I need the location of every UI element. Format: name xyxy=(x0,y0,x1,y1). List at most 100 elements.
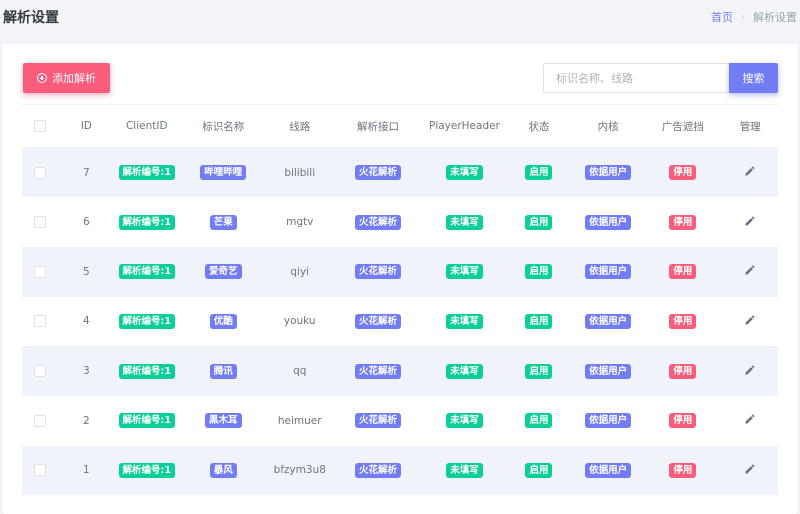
row-name-cell: 爱奇艺 xyxy=(179,246,268,297)
row-checkbox[interactable] xyxy=(34,464,47,477)
row-line: bilibili xyxy=(267,147,333,198)
row-api-cell: 火花解析 xyxy=(332,346,424,396)
breadcrumb-home-link[interactable]: 首页 xyxy=(711,9,733,25)
client-badge: 解析编号:1 xyxy=(118,214,175,230)
row-checkbox-cell xyxy=(22,197,59,247)
row-checkbox[interactable] xyxy=(34,315,47,328)
select-all-checkbox[interactable] xyxy=(34,120,47,132)
ad-block-badge: 停用 xyxy=(669,313,697,329)
col-header-api: 解析接口 xyxy=(332,104,424,148)
search-bar: 搜索 xyxy=(543,63,778,93)
table-header-row: ID ClientID 标识名称 线路 解析接口 PlayerHeader 状态… xyxy=(22,104,778,148)
row-header-cell: 未填写 xyxy=(424,197,505,247)
row-checkbox[interactable] xyxy=(34,414,47,427)
client-badge: 解析编号:1 xyxy=(118,413,175,429)
row-checkbox-cell xyxy=(22,346,59,396)
pencil-icon[interactable] xyxy=(744,364,756,379)
pencil-icon[interactable] xyxy=(744,463,756,478)
row-status-cell: 启用 xyxy=(505,197,573,247)
col-header-line: 线路 xyxy=(267,104,333,148)
row-checkbox-cell xyxy=(22,246,59,297)
name-badge: 腾讯 xyxy=(209,363,237,379)
row-api-cell: 火花解析 xyxy=(332,297,423,347)
ad-block-badge: 停用 xyxy=(669,214,697,230)
pencil-icon[interactable] xyxy=(744,314,756,329)
col-header-name: 标识名称 xyxy=(179,104,268,148)
row-manage-cell xyxy=(722,147,778,198)
api-badge: 火花解析 xyxy=(355,363,402,379)
client-badge: 解析编号:1 xyxy=(118,165,175,181)
row-line: bfzym3u8 xyxy=(267,445,333,496)
row-header-cell: 未填写 xyxy=(423,346,506,396)
client-badge: 解析编号:1 xyxy=(118,313,175,329)
add-parse-button[interactable]: 添加解析 xyxy=(23,63,110,93)
row-kernel-cell: 依据用户 xyxy=(572,246,644,297)
page-header: 解析设置 首页 › 解析设置 xyxy=(0,0,800,34)
row-manage-cell xyxy=(722,445,778,496)
row-checkbox[interactable] xyxy=(34,365,47,378)
table-row: 7 解析编号:1 哔哩哔哩 bilibili 火花解析 未填写 启用 依据用户 … xyxy=(22,147,778,198)
row-kernel-cell: 依据用户 xyxy=(573,197,644,247)
playerheader-badge: 未填写 xyxy=(446,363,483,379)
row-id: 5 xyxy=(58,246,115,297)
pencil-icon[interactable] xyxy=(744,215,756,230)
row-checkbox[interactable] xyxy=(34,166,47,179)
playerheader-badge: 未填写 xyxy=(446,264,483,280)
row-checkbox-cell xyxy=(22,297,59,347)
table-row: 6 解析编号:1 芒果 mgtv 火花解析 未填写 启用 依据用户 停用 xyxy=(22,197,778,247)
row-name-cell: 优酷 xyxy=(180,297,268,347)
playerheader-badge: 未填写 xyxy=(446,165,483,181)
name-badge: 哔哩哔哩 xyxy=(200,165,247,181)
breadcrumb-current: 解析设置 xyxy=(753,11,797,24)
row-checkbox[interactable] xyxy=(34,216,47,229)
playerheader-badge: 未填写 xyxy=(446,214,483,230)
row-ad-cell: 停用 xyxy=(643,396,722,446)
row-kernel-cell: 依据用户 xyxy=(572,445,644,496)
ad-block-badge: 停用 xyxy=(669,462,697,478)
page-title: 解析设置 xyxy=(3,10,59,26)
pencil-icon[interactable] xyxy=(744,165,756,180)
api-badge: 火花解析 xyxy=(355,165,402,181)
row-ad-cell: 停用 xyxy=(643,445,723,496)
row-header-cell: 未填写 xyxy=(424,297,505,347)
status-badge: 启用 xyxy=(525,363,553,379)
search-input[interactable] xyxy=(543,63,729,93)
pencil-icon[interactable] xyxy=(744,264,756,279)
row-line: youku xyxy=(283,315,316,328)
row-status-cell: 启用 xyxy=(505,396,573,446)
row-name-cell: 黑木耳 xyxy=(180,396,268,446)
pencil-icon[interactable] xyxy=(744,413,756,428)
search-button[interactable]: 搜索 xyxy=(729,63,778,93)
row-client-cell: 解析编号:1 xyxy=(114,197,179,247)
breadcrumb-separator: › xyxy=(741,11,745,23)
playerheader-badge: 未填写 xyxy=(446,313,483,329)
col-header-manage: 管理 xyxy=(722,104,778,148)
table-row: 4 解析编号:1 优酷 youku 火花解析 未填写 启用 依据用户 停用 xyxy=(22,297,778,347)
row-status-cell: 启用 xyxy=(505,346,573,396)
table-row: 5 解析编号:1 爱奇艺 qiyi 火花解析 未填写 启用 依据用户 停用 xyxy=(22,246,778,297)
row-id: 2 xyxy=(82,414,90,427)
kernel-badge: 依据用户 xyxy=(585,264,632,280)
row-api-cell: 火花解析 xyxy=(332,147,424,198)
row-kernel-cell: 依据用户 xyxy=(572,147,644,198)
kernel-badge: 依据用户 xyxy=(585,165,632,181)
col-header-clientid: ClientID xyxy=(114,104,180,148)
row-client-cell: 解析编号:1 xyxy=(114,445,180,496)
row-client-cell: 解析编号:1 xyxy=(114,396,179,446)
col-header-status: 状态 xyxy=(505,104,573,148)
table-row: 3 解析编号:1 腾讯 qq 火花解析 未填写 启用 依据用户 停用 xyxy=(22,346,778,396)
row-kernel-cell: 依据用户 xyxy=(572,346,644,396)
client-badge: 解析编号:1 xyxy=(118,264,175,280)
add-parse-label: 添加解析 xyxy=(52,73,96,85)
plus-circle-icon xyxy=(37,73,47,83)
row-checkbox[interactable] xyxy=(34,265,47,278)
row-header-cell: 未填写 xyxy=(423,147,506,198)
content-card: 添加解析 搜索 ID ClientID 标识名称 线路 解析接口 PlayerH… xyxy=(2,44,798,514)
name-badge: 芒果 xyxy=(209,214,237,230)
kernel-badge: 依据用户 xyxy=(585,313,632,329)
breadcrumb: 首页 › 解析设置 xyxy=(711,9,797,25)
row-id: 1 xyxy=(58,445,115,496)
name-badge: 暴风 xyxy=(209,462,237,478)
row-id: 3 xyxy=(58,346,115,396)
row-manage-cell xyxy=(722,297,778,347)
